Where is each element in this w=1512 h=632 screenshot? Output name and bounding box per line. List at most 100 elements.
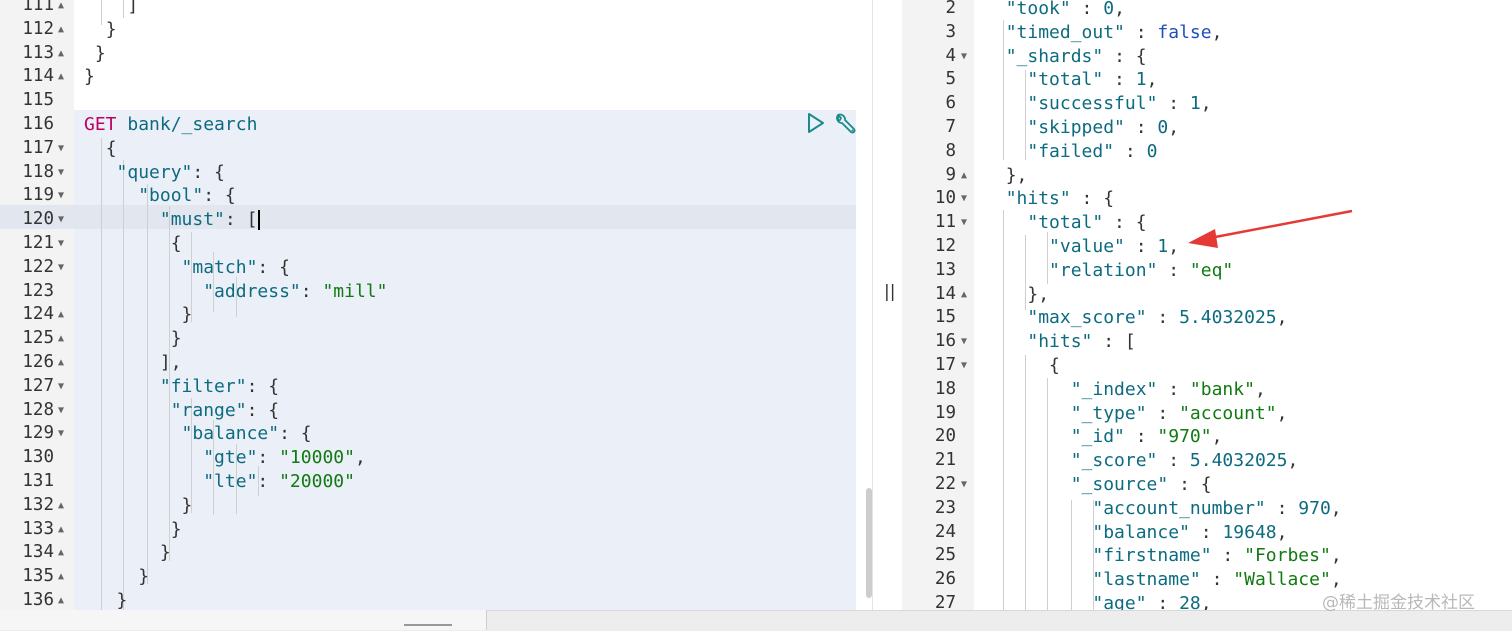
line-number: 15 xyxy=(934,307,956,328)
code-text: "total" : 1, xyxy=(1027,69,1158,91)
code-line: 129 ▼ "balance": { xyxy=(0,422,872,446)
code-line: 118 ▼ "query": { xyxy=(0,161,872,185)
line-number: 13 xyxy=(934,259,956,280)
line-number: 124 xyxy=(22,304,54,325)
code-line: 22 ▼ "_source" : { xyxy=(902,473,1512,497)
resize-handle-icon[interactable]: || xyxy=(884,282,895,302)
code-line: 10 ▼ "hits" : { xyxy=(902,187,1512,211)
fold-close-icon[interactable]: ▲ xyxy=(58,494,64,518)
fold-close-icon[interactable]: ▲ xyxy=(58,589,64,610)
fold-open-icon[interactable]: ▼ xyxy=(58,422,64,446)
request-editor[interactable]: 111 ▲ ] 112 ▲ } 113 ▲ } 114 ▲} 115 116 GET bank/_s… xyxy=(0,0,872,610)
code-text: "skipped" : 0, xyxy=(1027,117,1180,138)
code-line: 19 "_type" : "account", xyxy=(902,402,1512,426)
fold-close-icon[interactable]: ▲ xyxy=(58,351,64,375)
fold-close-icon[interactable]: ▲ xyxy=(58,565,64,589)
fold-close-icon[interactable]: ▲ xyxy=(58,65,64,89)
fold-open-icon[interactable]: ▼ xyxy=(58,256,64,280)
code-text: "bool": { xyxy=(138,185,236,207)
fold-close-icon[interactable]: ▲ xyxy=(58,541,64,565)
code-line: 17 ▼ { xyxy=(902,354,1512,378)
line-number: 111 xyxy=(22,0,54,15)
pane-divider[interactable] xyxy=(872,0,904,610)
code-line: 114 ▲} xyxy=(0,65,872,89)
code-text: "lastname" : "Wallace", xyxy=(1092,569,1342,591)
code-text: "value" : 1, xyxy=(1049,236,1180,257)
fold-open-icon[interactable]: ▼ xyxy=(58,375,64,399)
line-number: 16 xyxy=(934,331,956,352)
fold-open-icon[interactable]: ▼ xyxy=(58,208,64,232)
fold-open-icon[interactable]: ▼ xyxy=(961,330,967,354)
code-line: 125 ▲ } xyxy=(0,327,872,351)
code-line: 25 "firstname" : "Forbes", xyxy=(902,544,1512,568)
code-text: "filter": { xyxy=(159,375,280,397)
fold-open-icon[interactable]: ▼ xyxy=(961,473,967,497)
fold-close-icon[interactable]: ▲ xyxy=(58,42,64,66)
fold-open-icon[interactable]: ▼ xyxy=(58,232,64,256)
fold-close-icon[interactable]: ▲ xyxy=(58,327,64,351)
line-number: 14 xyxy=(934,283,956,304)
code-line: 136 ▲ } xyxy=(0,589,872,610)
code-line: 123 "address": "mill" xyxy=(0,280,872,304)
code-text: "lte": "20000" xyxy=(203,471,355,492)
code-line: 8 "failed" : 0 xyxy=(902,140,1512,164)
fold-close-icon[interactable]: ▲ xyxy=(58,18,64,42)
code-text: } xyxy=(181,304,193,326)
code-line: 115 xyxy=(0,89,872,113)
fold-open-icon[interactable]: ▼ xyxy=(961,45,967,69)
fold-close-icon[interactable]: ▲ xyxy=(58,0,64,18)
code-line: 130 "gte": "10000", xyxy=(0,446,872,470)
fold-open-icon[interactable]: ▼ xyxy=(961,211,967,235)
code-text: "_source" : { xyxy=(1070,474,1212,495)
fold-open-icon[interactable]: ▼ xyxy=(58,184,64,208)
line-number: 23 xyxy=(934,497,956,518)
play-triangle-icon[interactable] xyxy=(806,112,826,134)
code-text: "age" : 28, xyxy=(1092,593,1212,610)
code-line: 4 ▼ "_shards" : { xyxy=(902,45,1512,69)
line-number: 119 xyxy=(22,185,54,206)
line-number: 25 xyxy=(934,545,956,566)
line-number: 134 xyxy=(22,542,54,563)
code-text: "_shards" : { xyxy=(1005,45,1147,67)
line-number: 117 xyxy=(22,137,54,158)
line-number: 115 xyxy=(22,90,54,111)
fold-close-icon[interactable]: ▲ xyxy=(961,164,967,188)
line-number: 4 xyxy=(945,45,956,66)
fold-open-icon[interactable]: ▼ xyxy=(961,354,967,378)
code-text: } xyxy=(84,66,95,88)
request-code-lines[interactable]: 111 ▲ ] 112 ▲ } 113 ▲ } 114 ▲} 115 116 GET bank/_s… xyxy=(0,0,872,610)
code-text: "_type" : "account", xyxy=(1070,402,1288,424)
code-line: 124 ▲ } xyxy=(0,303,872,327)
code-text: "took" : 0, xyxy=(1005,0,1125,19)
line-number: 8 xyxy=(945,140,956,161)
line-number: 113 xyxy=(22,42,54,63)
line-number: 130 xyxy=(22,447,54,468)
code-line: 113 ▲ } xyxy=(0,42,872,66)
code-text: } xyxy=(94,42,106,64)
wrench-icon[interactable] xyxy=(833,112,859,136)
line-number: 112 xyxy=(22,18,54,39)
code-text: "balance": { xyxy=(181,423,312,445)
fold-open-icon[interactable]: ▼ xyxy=(961,187,967,211)
code-line: 119 ▼ "bool": { xyxy=(0,184,872,208)
fold-close-icon[interactable]: ▲ xyxy=(961,283,967,307)
fold-close-icon[interactable]: ▲ xyxy=(58,303,64,327)
fold-close-icon[interactable]: ▲ xyxy=(58,518,64,542)
code-text: "_index" : "bank", xyxy=(1070,378,1266,400)
code-line: 3 "timed_out" : false, xyxy=(902,21,1512,45)
fold-open-icon[interactable]: ▼ xyxy=(58,137,64,161)
code-line: 7 "skipped" : 0, xyxy=(902,116,1512,140)
code-line: 120 ▼ "must": [ xyxy=(0,208,872,232)
response-code-lines: 2 "took" : 0, 3 "timed_out" : false, 4 ▼ "_… xyxy=(902,0,1512,610)
code-text: "match": { xyxy=(181,256,290,278)
line-number: 133 xyxy=(22,518,54,539)
code-text: ] xyxy=(127,0,139,16)
code-text: } xyxy=(170,518,182,540)
response-viewer[interactable]: 2 "took" : 0, 3 "timed_out" : false, 4 ▼ "_… xyxy=(902,0,1512,610)
code-text: "total" : { xyxy=(1027,212,1147,234)
code-text: "must": [ xyxy=(84,208,261,232)
fold-open-icon[interactable]: ▼ xyxy=(58,399,64,423)
line-number: 120 xyxy=(22,209,54,230)
line-number: 22 xyxy=(934,474,956,494)
fold-open-icon[interactable]: ▼ xyxy=(58,161,64,185)
